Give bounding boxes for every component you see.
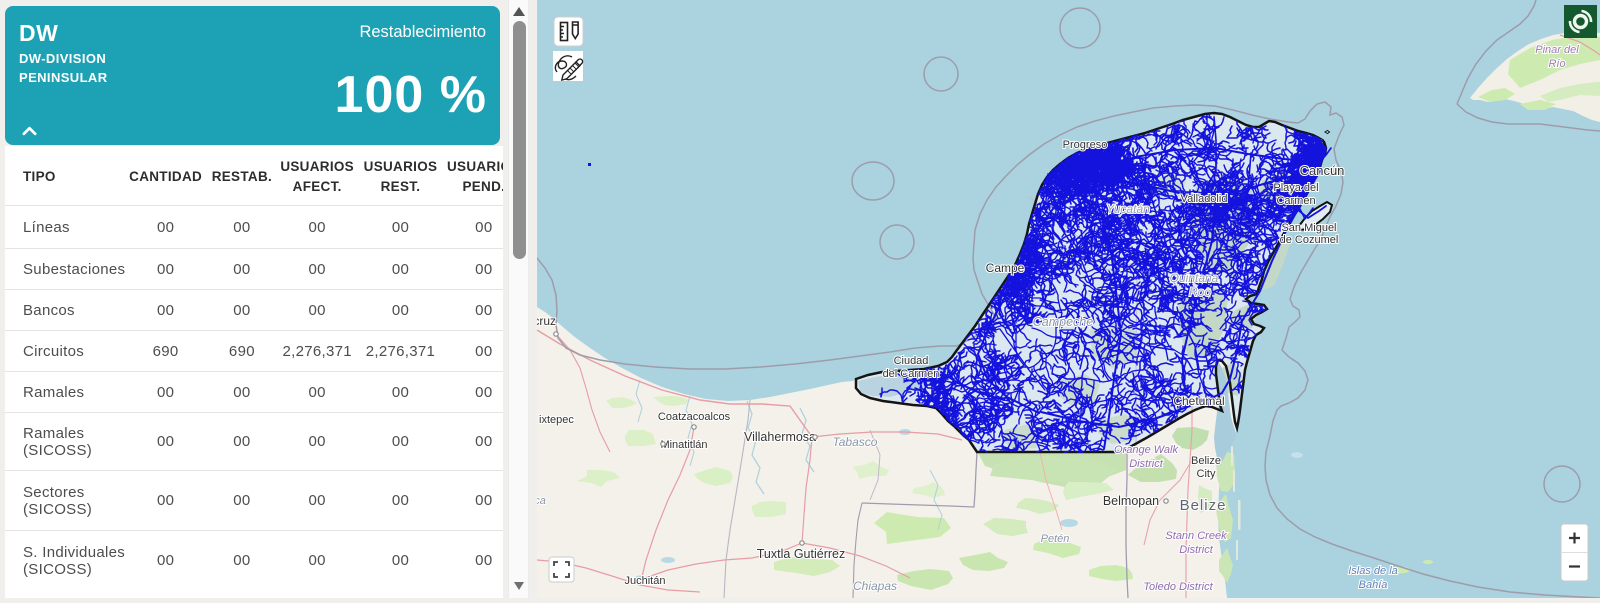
- svg-text:Roo: Roo: [1189, 285, 1211, 299]
- svg-text:Campeche: Campeche: [1033, 315, 1093, 329]
- svg-text:Carmen: Carmen: [1276, 195, 1315, 207]
- svg-text:District: District: [1129, 458, 1164, 470]
- svg-text:Belize: Belize: [1180, 497, 1227, 514]
- svg-text:Tuxtla Gutiérrez: Tuxtla Gutiérrez: [757, 547, 845, 561]
- svg-text:Pinar del: Pinar del: [1535, 44, 1579, 56]
- svg-text:Stann Creek: Stann Creek: [1165, 530, 1227, 542]
- svg-text:de Cozumel: de Cozumel: [1280, 234, 1339, 246]
- svg-text:Yucatán: Yucatán: [1106, 202, 1150, 216]
- svg-text:Cancún: Cancún: [1300, 163, 1345, 178]
- svg-text:Orange Walk: Orange Walk: [1114, 444, 1178, 456]
- svg-text:City: City: [1197, 468, 1216, 480]
- svg-text:Chetumal: Chetumal: [1173, 394, 1224, 408]
- svg-text:Islas de la: Islas de la: [1348, 565, 1398, 577]
- svg-text:Belmopan: Belmopan: [1103, 494, 1159, 508]
- svg-text:del Carmen: del Carmen: [883, 368, 940, 380]
- svg-text:ixtepec: ixtepec: [539, 414, 574, 426]
- svg-text:Juchitán: Juchitán: [625, 575, 666, 587]
- svg-text:Río: Río: [1548, 58, 1565, 70]
- svg-text:District: District: [1179, 544, 1214, 556]
- svg-text:Bahía: Bahía: [1359, 579, 1388, 591]
- svg-text:Ciudad: Ciudad: [894, 355, 929, 367]
- svg-text:Tabasco: Tabasco: [833, 435, 878, 449]
- svg-text:Toledo District: Toledo District: [1143, 581, 1213, 593]
- svg-text:racruz: racruz: [537, 314, 556, 328]
- svg-text:Quintana: Quintana: [1170, 271, 1219, 285]
- svg-text:Progreso: Progreso: [1063, 139, 1108, 151]
- svg-text:ca: ca: [537, 495, 546, 507]
- svg-text:Chiapas: Chiapas: [853, 579, 897, 593]
- svg-text:Minatitlán: Minatitlán: [660, 439, 707, 451]
- svg-text:Petén: Petén: [1041, 533, 1070, 545]
- svg-text:Valladolid: Valladolid: [1181, 193, 1228, 205]
- svg-text:San Miguel: San Miguel: [1281, 222, 1336, 234]
- svg-text:Belize: Belize: [1191, 455, 1221, 467]
- svg-text:Villahermosa: Villahermosa: [744, 430, 816, 444]
- svg-text:Playa del: Playa del: [1273, 182, 1318, 194]
- svg-text:Campe: Campe: [986, 261, 1025, 275]
- svg-text:Coatzacoalcos: Coatzacoalcos: [658, 411, 731, 423]
